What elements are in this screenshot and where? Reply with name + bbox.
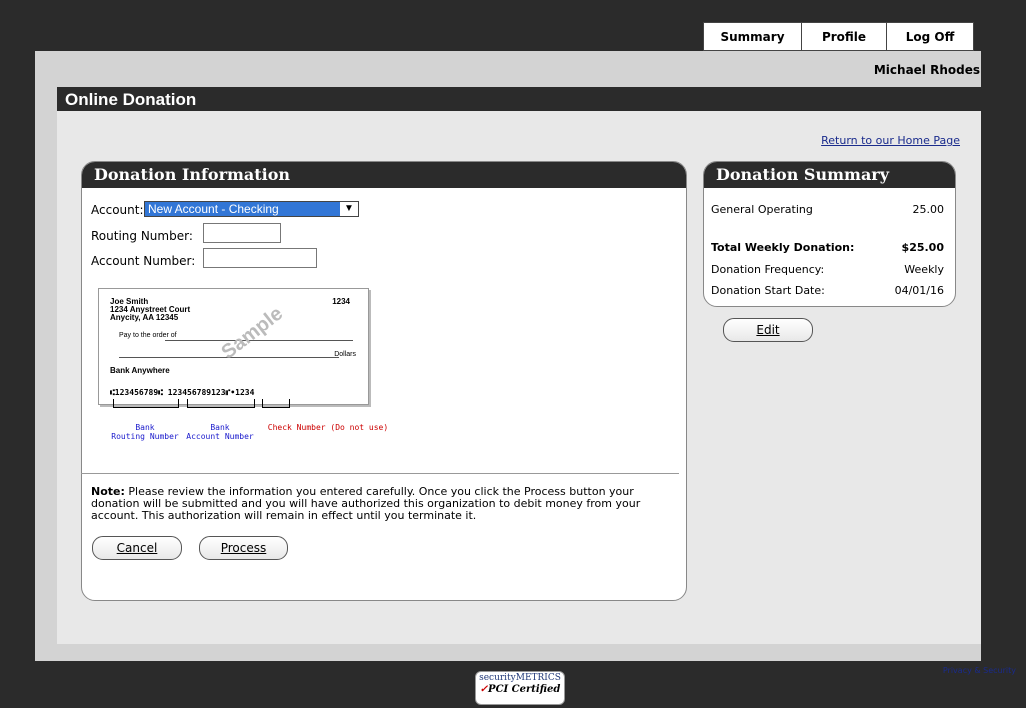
check-dollars: Dollars	[334, 351, 356, 358]
page-title: Online Donation	[57, 87, 981, 111]
start-date-value: 04/01/16	[894, 284, 944, 297]
check-number: 1234	[332, 297, 350, 306]
tab-summary[interactable]: Summary	[703, 22, 802, 51]
process-button[interactable]: Process	[199, 536, 288, 560]
check-bank: Bank Anywhere	[110, 366, 170, 375]
pci-certified-badge[interactable]: securityMETRICS ✓PCI Certified	[475, 671, 565, 705]
routing-number-input[interactable]	[203, 223, 281, 243]
routing-bracket	[113, 399, 179, 408]
fund-value: 25.00	[912, 203, 945, 216]
badge-cert-text: PCI Certified	[488, 684, 561, 695]
frequency-value: Weekly	[904, 263, 944, 276]
user-name: Michael Rhodes	[873, 63, 980, 77]
frequency-row: Donation Frequency: Weekly	[711, 263, 944, 276]
donation-summary-heading: Donation Summary	[704, 162, 955, 188]
cancel-button[interactable]: Cancel	[92, 536, 182, 560]
account-select[interactable]: New Account - Checking ▼	[144, 201, 359, 217]
account-number-input[interactable]	[203, 248, 317, 268]
frequency-label: Donation Frequency:	[711, 263, 825, 276]
fund-label: General Operating	[711, 203, 813, 216]
fund-row: General Operating 25.00	[711, 203, 944, 216]
total-value: $25.00	[901, 241, 944, 254]
account-bracket	[187, 399, 255, 408]
start-date-row: Donation Start Date: 04/01/16	[711, 284, 944, 297]
check-number-legend: Check Number (Do not use)	[267, 423, 389, 432]
authorization-note: Note: Please review the information you …	[91, 486, 651, 522]
check-pay-to: Pay to the order of	[119, 332, 177, 339]
account-legend: Bank Account Number	[186, 423, 254, 441]
tab-profile[interactable]: Profile	[801, 22, 887, 51]
tab-log-off[interactable]: Log Off	[886, 22, 974, 51]
start-date-label: Donation Start Date:	[711, 284, 825, 297]
checkmark-icon: ✓	[479, 684, 489, 695]
account-number-label: Account Number:	[91, 254, 196, 268]
home-page-link[interactable]: Return to our Home Page	[821, 134, 960, 147]
badge-cert: ✓PCI Certified	[476, 684, 564, 696]
top-nav: Summary Profile Log Off	[703, 22, 974, 51]
edit-button[interactable]: Edit	[723, 318, 813, 342]
badge-brand: securityMETRICS	[479, 673, 561, 683]
privacy-security-link[interactable]: Privacy & Security	[943, 666, 1016, 675]
note-text: Please review the information you entere…	[91, 485, 641, 522]
check-address-2: Anycity, AA 12345	[110, 313, 179, 322]
chevron-down-icon[interactable]: ▼	[340, 202, 358, 216]
check-number-bracket	[262, 399, 290, 408]
total-row: Total Weekly Donation: $25.00	[711, 241, 944, 254]
account-select-value: New Account - Checking	[148, 202, 279, 216]
account-label: Account:	[91, 203, 144, 217]
check-micr-line: ⑆123456789⑆ 123456789123⑈•1234	[110, 388, 255, 397]
section-divider	[81, 473, 679, 474]
total-label: Total Weekly Donation:	[711, 241, 855, 254]
routing-legend: Bank Routing Number	[111, 423, 179, 441]
donation-information-heading: Donation Information	[82, 162, 686, 188]
routing-number-label: Routing Number:	[91, 229, 193, 243]
